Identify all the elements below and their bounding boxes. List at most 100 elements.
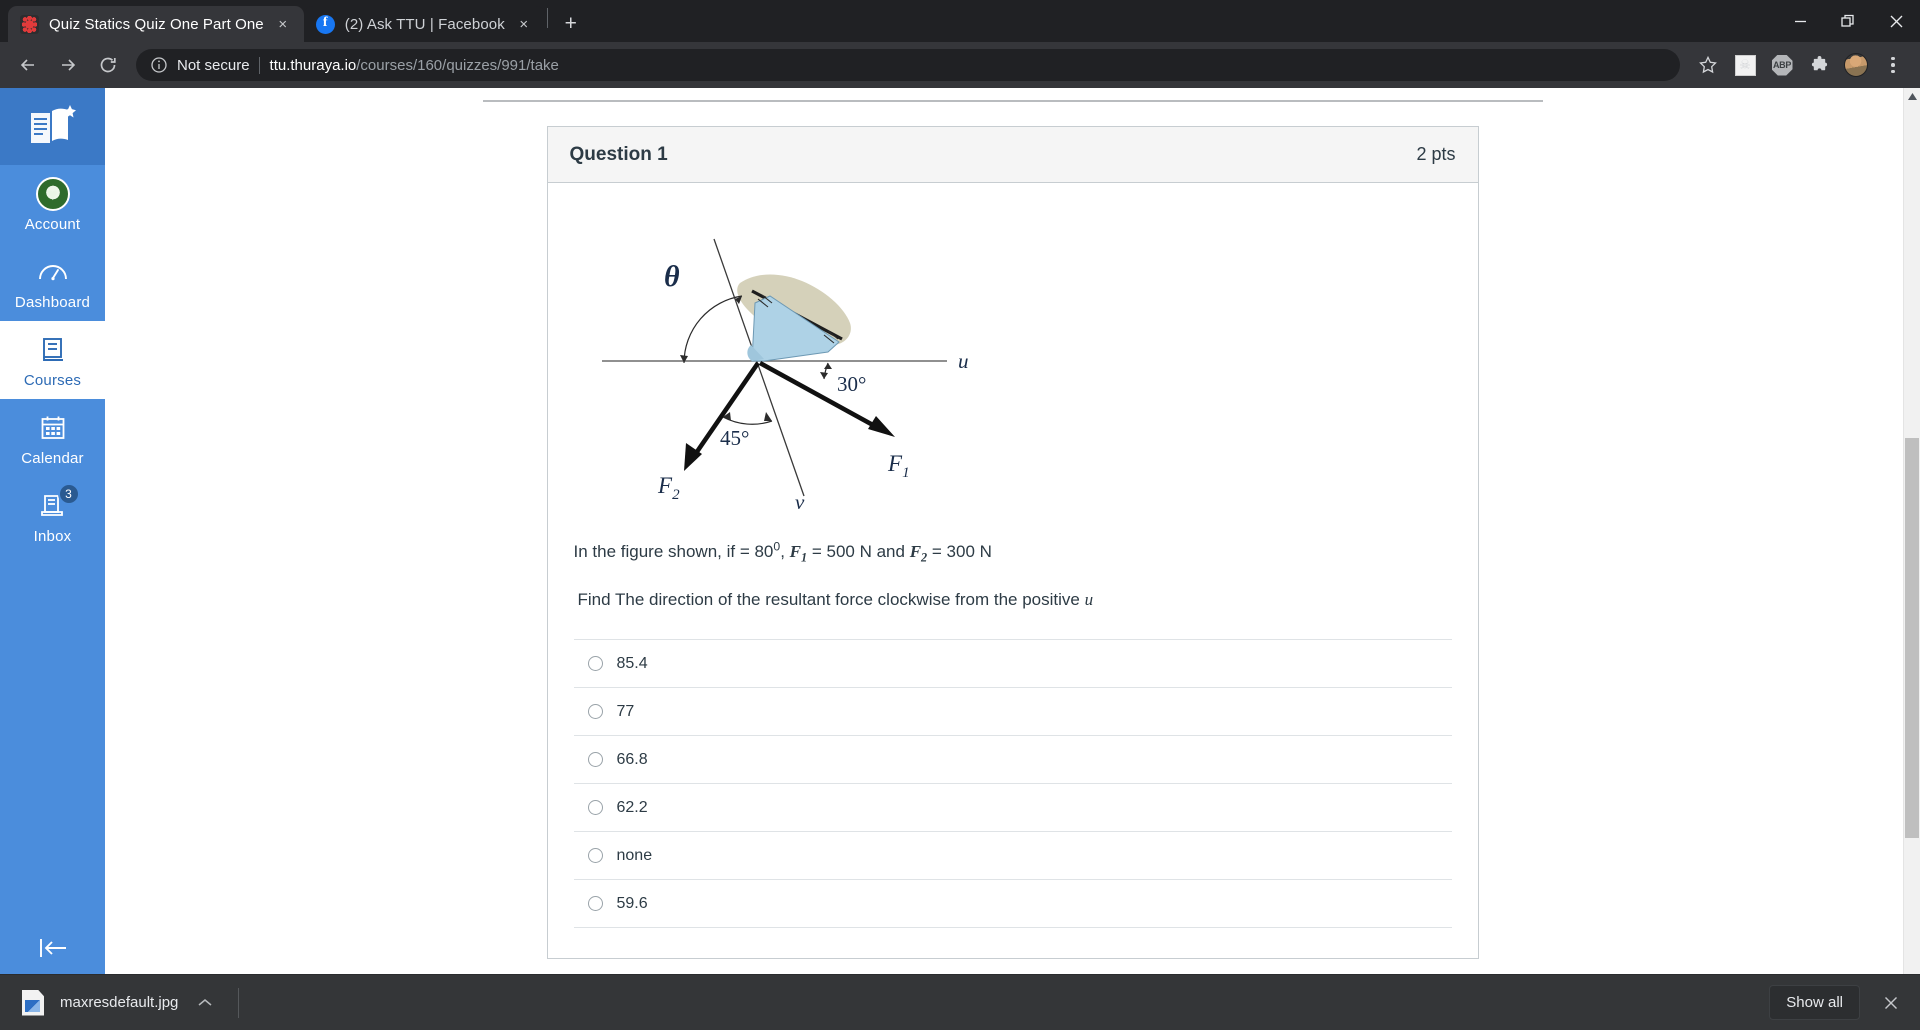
chevron-up-icon[interactable] — [198, 995, 212, 1010]
prompt-line-2: Find The direction of the resultant forc… — [577, 590, 1094, 609]
collapse-nav-button[interactable] — [0, 936, 105, 960]
answer-option[interactable]: 62.2 — [573, 784, 1452, 833]
menu-dots — [1891, 56, 1895, 74]
tab-close-icon[interactable]: × — [272, 13, 294, 35]
question-points: 2 pts — [1416, 144, 1456, 164]
skull-flag-icon[interactable]: ☠ — [1728, 48, 1762, 82]
security-status: Not secure — [177, 56, 250, 74]
new-tab-button[interactable]: + — [556, 9, 586, 39]
address-bar[interactable]: Not secure ttu.thuraya.io/courses/160/qu… — [136, 49, 1680, 81]
radio-button[interactable] — [587, 800, 603, 816]
inbox-icon: 3 — [36, 483, 80, 523]
answer-options-list: 85.4 77 66.8 62.2 none 59.6 — [573, 639, 1452, 929]
radio-button[interactable] — [587, 704, 603, 720]
download-shelf: maxresdefault.jpg Show all — [0, 974, 1920, 1030]
sidebar-item-inbox[interactable]: 3 Inbox — [0, 477, 105, 555]
figure-label-f2: F2 — [657, 473, 680, 503]
sidebar-item-dashboard[interactable]: Dashboard — [0, 243, 105, 321]
reload-icon[interactable] — [90, 47, 126, 83]
adblock-plus-icon[interactable]: ABP — [1765, 48, 1799, 82]
restore-icon[interactable] — [1824, 0, 1872, 42]
figure-label-f1: F1 — [887, 451, 910, 481]
inbox-unread-badge: 3 — [57, 483, 80, 505]
scrollbar-thumb[interactable] — [1905, 438, 1919, 838]
answer-option[interactable]: 59.6 — [573, 880, 1452, 929]
answer-label: 59.6 — [616, 894, 648, 912]
answer-option[interactable]: 77 — [573, 688, 1452, 737]
content-divider — [482, 100, 1543, 102]
scroll-up-icon[interactable] — [1904, 88, 1920, 105]
question-header: Question 1 2 pts — [547, 127, 1478, 183]
radio-button[interactable] — [587, 848, 603, 864]
url-host: ttu.thuraya.io — [269, 56, 357, 74]
show-all-downloads-button[interactable]: Show all — [1769, 985, 1860, 1020]
radio-button[interactable] — [587, 656, 603, 672]
info-circle-icon — [150, 56, 168, 74]
sidebar-item-label: Account — [24, 216, 81, 233]
avatar-image — [1844, 53, 1868, 77]
answer-label: 66.8 — [616, 750, 648, 768]
question-prompt: In the figure shown, if = 800, F1 = 500 … — [574, 537, 1452, 613]
answer-label: 85.4 — [616, 654, 648, 672]
profile-avatar[interactable] — [1839, 48, 1873, 82]
puzzle-piece-icon[interactable] — [1802, 48, 1836, 82]
figure-label-v: v — [795, 490, 805, 511]
canvas-logo[interactable] — [0, 88, 105, 165]
answer-label: 62.2 — [616, 798, 648, 816]
sidebar-item-label: Inbox — [33, 528, 72, 545]
tab-title: Quiz Statics Quiz One Part One — [49, 15, 264, 33]
answer-option[interactable]: none — [573, 832, 1452, 881]
back-icon[interactable] — [10, 47, 46, 83]
browser-window: Quiz Statics Quiz One Part One × f (2) A… — [0, 0, 1920, 1030]
figure-label-theta: θ — [664, 260, 680, 293]
page-viewport: Account Dashboard — [0, 88, 1920, 974]
download-file-name: maxresdefault.jpg — [60, 994, 179, 1011]
omnibox-divider — [258, 56, 260, 74]
tab-close-icon[interactable]: × — [513, 13, 535, 35]
close-icon[interactable] — [1872, 0, 1920, 42]
three-dot-menu-icon[interactable] — [1876, 48, 1910, 82]
figure-label-30deg: 30° — [837, 372, 866, 396]
answer-label: 77 — [616, 702, 635, 720]
dashboard-icon — [36, 255, 70, 289]
url-path: /courses/160/quizzes/991/take — [356, 56, 559, 74]
question-body: θ u v 30° 45° F1 F2 In the figure shown,… — [548, 183, 1478, 958]
user-avatar-icon — [35, 177, 70, 211]
canvas-global-nav: Account Dashboard — [0, 88, 105, 974]
question-card: Question 1 2 pts θ u v 30° 45° F1 F2 In … — [546, 126, 1479, 960]
sidebar-item-courses[interactable]: Courses — [0, 321, 105, 399]
sidebar-item-label: Dashboard — [14, 294, 91, 311]
radio-button[interactable] — [587, 896, 603, 912]
answer-option[interactable]: 85.4 — [573, 640, 1452, 689]
tab-facebook[interactable]: f (2) Ask TTU | Facebook × — [303, 6, 545, 42]
calendar-icon — [36, 411, 70, 445]
prompt-line-1: In the figure shown, if = 800, F1 = 500 … — [573, 539, 992, 565]
download-item[interactable]: maxresdefault.jpg — [22, 989, 212, 1016]
image-file-icon — [22, 989, 44, 1016]
answer-label: none — [616, 846, 653, 864]
figure-label-u: u — [958, 349, 969, 373]
tab-strip: Quiz Statics Quiz One Part One × f (2) A… — [0, 0, 1920, 42]
radio-button[interactable] — [587, 752, 603, 768]
statics-force-diagram: θ u v 30° 45° F1 F2 — [592, 211, 1012, 514]
canvas-favicon — [20, 14, 39, 34]
quiz-content-area: Question 1 2 pts θ u v 30° 45° F1 F2 In … — [105, 88, 1920, 974]
forward-icon[interactable] — [50, 47, 86, 83]
tab-quiz-statics[interactable]: Quiz Statics Quiz One Part One × — [8, 6, 304, 42]
figure-label-45deg: 45° — [720, 426, 749, 450]
page-scrollbar[interactable] — [1903, 88, 1920, 974]
minimize-icon[interactable] — [1776, 0, 1824, 42]
close-shelf-icon[interactable] — [1878, 990, 1904, 1016]
browser-toolbar: Not secure ttu.thuraya.io/courses/160/qu… — [0, 42, 1920, 88]
tab-title: (2) Ask TTU | Facebook — [344, 15, 505, 33]
window-controls — [1776, 0, 1920, 42]
facebook-favicon: f — [315, 14, 335, 34]
tab-divider — [546, 7, 548, 28]
courses-book-icon — [36, 333, 70, 367]
answer-option[interactable]: 66.8 — [573, 736, 1452, 785]
sidebar-item-label: Calendar — [21, 450, 84, 467]
star-icon[interactable] — [1691, 48, 1725, 82]
shelf-divider — [238, 987, 240, 1018]
sidebar-item-account[interactable]: Account — [0, 165, 105, 243]
sidebar-item-calendar[interactable]: Calendar — [0, 399, 105, 477]
